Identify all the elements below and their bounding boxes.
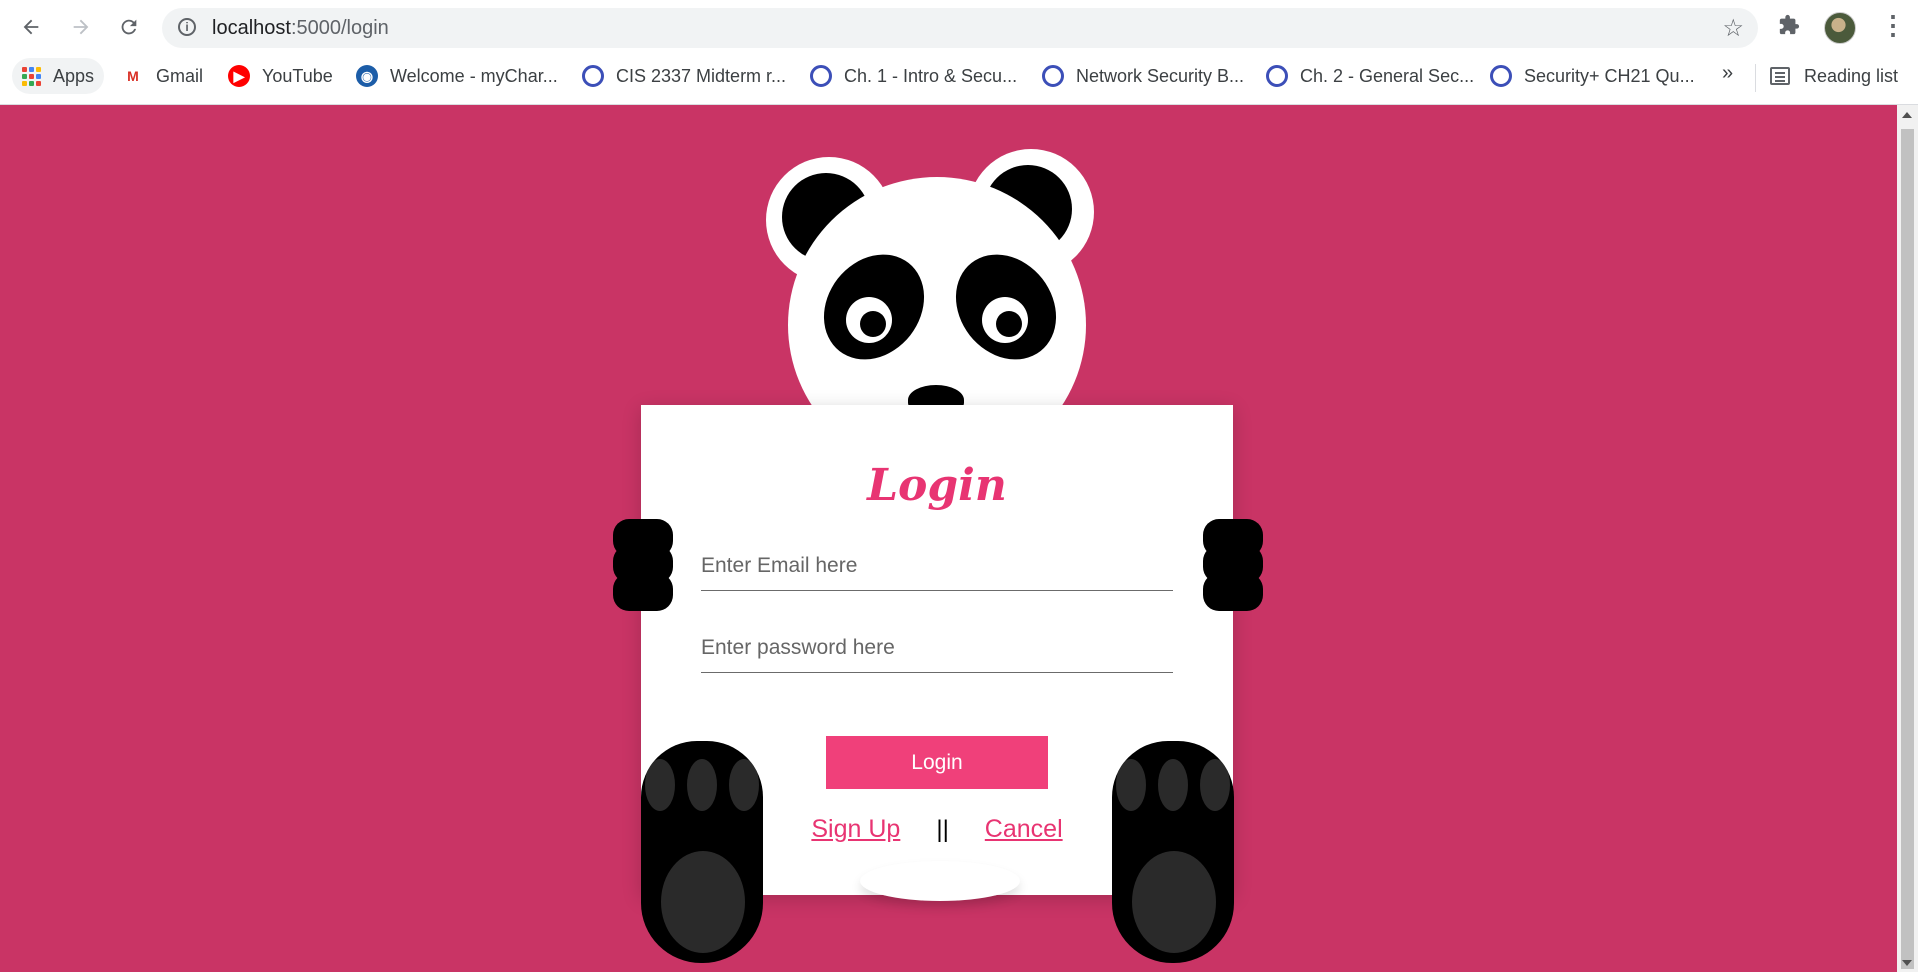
panda-right-eye (982, 297, 1028, 343)
bookmark-network-security[interactable]: Network Security B... (1042, 58, 1244, 94)
quizlet-icon (1266, 65, 1288, 87)
quizlet-icon (1490, 65, 1512, 87)
cancel-link[interactable]: Cancel (985, 815, 1063, 843)
bookmark-label: Ch. 1 - Intro & Secu... (844, 65, 1018, 86)
bookmarks-bar: Apps M Gmail ▶ YouTube ◉ Welcome - myCha… (0, 56, 1918, 96)
browser-menu-icon[interactable]: ⋮ (1880, 10, 1906, 41)
signup-link[interactable]: Sign Up (811, 815, 900, 843)
extensions-puzzle-icon[interactable] (1778, 14, 1800, 42)
reading-list-button[interactable]: Reading list (1770, 56, 1898, 96)
url-host: localhost (212, 17, 291, 39)
bookmark-label: Security+ CH21 Qu... (1524, 65, 1695, 86)
back-icon[interactable] (14, 10, 48, 44)
bookmark-label: CIS 2337 Midterm r... (616, 65, 787, 86)
scroll-thumb[interactable] (1901, 129, 1914, 969)
bookmark-star-icon[interactable]: ☆ (1722, 14, 1744, 43)
bookmark-ch2[interactable]: Ch. 2 - General Sec... (1266, 58, 1474, 94)
bookmark-cis-midterm[interactable]: CIS 2337 Midterm r... (582, 58, 786, 94)
bookmark-ch1[interactable]: Ch. 1 - Intro & Secu... (810, 58, 1017, 94)
quizlet-icon (582, 65, 604, 87)
quizlet-icon (810, 65, 832, 87)
panda-left-hand (613, 519, 673, 611)
panda-left-foot (641, 741, 763, 963)
bookmark-label: Welcome - myChar... (390, 65, 558, 86)
youtube-icon: ▶ (228, 65, 250, 87)
url-text[interactable]: localhost:5000/login (212, 17, 389, 40)
bookmark-label: Ch. 2 - General Sec... (1300, 65, 1475, 86)
address-bar[interactable]: i localhost:5000/login ☆ (162, 8, 1758, 48)
reload-icon[interactable] (112, 10, 146, 44)
page-viewport: Login Login Sign Up || Cancel (0, 105, 1897, 972)
browser-toolbar: i localhost:5000/login ☆ ⋮ Apps M Gmail … (0, 0, 1918, 105)
panda-body (860, 861, 1020, 901)
reading-list-icon (1770, 67, 1790, 85)
bookmark-label: Gmail (156, 65, 204, 86)
bookmark-label: YouTube (262, 65, 333, 86)
more-bookmarks-icon[interactable]: » (1722, 62, 1733, 85)
password-input[interactable] (701, 624, 1173, 673)
panda-left-eye (846, 297, 892, 343)
gmail-icon: M (127, 68, 139, 84)
site-icon: ◉ (356, 65, 378, 87)
url-path: :5000/login (290, 17, 389, 39)
bookmark-welcome[interactable]: ◉ Welcome - myChar... (356, 58, 558, 94)
reading-list-label: Reading list (1804, 65, 1899, 86)
bookmark-label: Apps (53, 65, 95, 86)
forward-icon[interactable] (64, 10, 98, 44)
login-title: Login (867, 460, 1007, 511)
login-button[interactable]: Login (826, 736, 1048, 789)
site-info-icon[interactable]: i (178, 18, 196, 36)
bookmark-security-plus[interactable]: Security+ CH21 Qu... (1490, 58, 1695, 94)
panda-right-foot (1112, 741, 1234, 963)
bookmark-youtube[interactable]: ▶ YouTube (228, 58, 333, 94)
bookmark-apps[interactable]: Apps (12, 58, 105, 94)
page-scrollbar[interactable] (1897, 105, 1918, 972)
bookmarks-divider (1755, 64, 1756, 92)
scroll-up-arrow-icon[interactable] (1902, 112, 1912, 118)
bookmark-label: Network Security B... (1076, 65, 1245, 86)
scroll-down-arrow-icon[interactable] (1902, 960, 1912, 966)
email-input[interactable] (701, 542, 1173, 591)
link-separator: || (936, 816, 949, 843)
bookmark-gmail[interactable]: M Gmail (122, 58, 203, 94)
apps-grid-icon (22, 66, 41, 86)
panda-right-hand (1203, 519, 1263, 611)
quizlet-icon (1042, 65, 1064, 87)
profile-avatar[interactable] (1824, 12, 1856, 44)
